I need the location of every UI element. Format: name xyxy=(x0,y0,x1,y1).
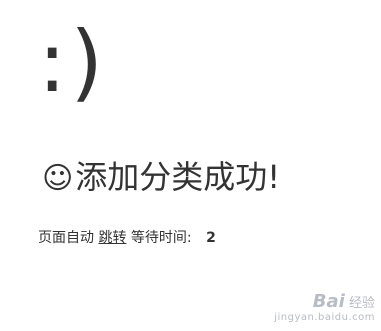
redirect-prefix: 页面自动 xyxy=(38,230,94,246)
watermark-url: jingyan.baidu.com xyxy=(274,312,375,323)
success-message: ☺添加分类成功! xyxy=(42,158,281,196)
redirect-link[interactable]: 跳转 xyxy=(98,230,126,246)
watermark-brand-suffix: 经验 xyxy=(348,296,375,312)
watermark-brand: Bai xyxy=(312,291,345,313)
smiley-emoticon: :) xyxy=(38,13,108,111)
smiley-face-icon: ☺ xyxy=(42,161,74,196)
wait-seconds: 2 xyxy=(206,230,216,246)
success-message-text: 添加分类成功! xyxy=(75,158,281,196)
redirect-notice: 页面自动 跳转 等待时间: 2 xyxy=(38,227,216,247)
wait-label: 等待时间: xyxy=(130,230,192,246)
watermark: Bai 经验 jingyan.baidu.com xyxy=(274,292,375,323)
